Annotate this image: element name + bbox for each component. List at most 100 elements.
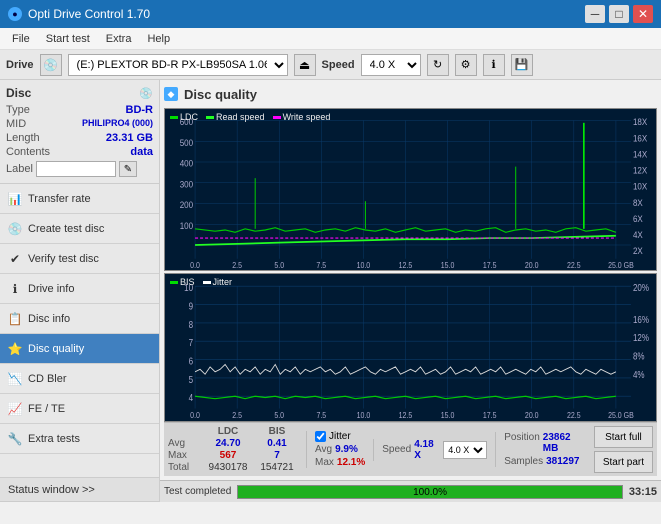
nav-label-cd-bler: CD Bler [28, 373, 67, 385]
speed-label: Speed [322, 59, 355, 71]
speed-stat-select[interactable]: 4.0 X [443, 441, 487, 459]
status-window-button[interactable]: Status window >> [0, 478, 159, 502]
close-button[interactable]: ✕ [633, 5, 653, 23]
svg-text:4%: 4% [633, 369, 645, 380]
disc-contents-key: Contents [6, 146, 50, 158]
start-full-button[interactable]: Start full [594, 426, 653, 448]
stats-max-bis: 7 [256, 450, 298, 461]
jitter-label: Jitter [329, 431, 351, 442]
write-speed-color-dot [273, 116, 281, 119]
stats-total-ldc: 9430178 [204, 462, 252, 473]
menu-extra[interactable]: Extra [98, 31, 140, 47]
stats-avg-bis: 0.41 [256, 438, 298, 449]
jitter-checkbox[interactable] [315, 431, 326, 442]
stats-header-bis: BIS [256, 426, 298, 437]
menu-bar: File Start test Extra Help [0, 28, 661, 50]
svg-text:20.0: 20.0 [525, 411, 539, 421]
jitter-max-val: 12.1% [337, 457, 365, 468]
disc-length-value: 23.31 GB [106, 132, 153, 144]
disc-info-icon: 📋 [8, 312, 22, 326]
disc-type-row: Type BD-R [6, 104, 153, 116]
legend-read-speed-label: Read speed [216, 112, 265, 122]
app-icon: ● [8, 7, 22, 21]
disc-label-key: Label [6, 163, 33, 175]
nav-items: 📊 Transfer rate 💿 Create test disc ✔ Ver… [0, 184, 159, 454]
verify-test-disc-icon: ✔ [8, 252, 22, 266]
sidebar-item-extra-tests[interactable]: 🔧 Extra tests [0, 424, 159, 454]
svg-text:2X: 2X [633, 246, 643, 257]
jitter-max-label: Max [315, 457, 334, 468]
svg-text:6: 6 [189, 356, 193, 367]
chart-ldc-legend: LDC Read speed Write speed [170, 112, 330, 122]
menu-file[interactable]: File [4, 31, 38, 47]
menu-help[interactable]: Help [139, 31, 178, 47]
status-window-label: Status window >> [8, 484, 95, 496]
speed-stat-val: 4.18 X [414, 439, 440, 461]
sidebar-item-disc-quality[interactable]: ⭐ Disc quality [0, 334, 159, 364]
disc-section: Disc 💿 Type BD-R MID PHILIPRO4 (000) Len… [0, 80, 159, 184]
bottom-bar: Test completed 100.0% 33:15 [160, 480, 661, 502]
svg-text:300: 300 [180, 179, 194, 190]
disc-label-edit-button[interactable]: ✎ [119, 161, 137, 177]
ldc-bis-stats: LDC BIS Avg 24.70 0.41 Max 567 7 Total 9… [168, 426, 298, 473]
info-icon[interactable]: ℹ [483, 54, 505, 76]
drive-browse-icon[interactable]: 💿 [40, 54, 62, 76]
quality-header-icon: ◆ [164, 87, 178, 101]
samples-val: 381297 [546, 456, 579, 467]
legend-ldc-label: LDC [180, 112, 198, 122]
legend-write-speed-label: Write speed [283, 112, 331, 122]
speed-select[interactable]: 4.0 X [361, 54, 421, 76]
drive-select[interactable]: (E:) PLEXTOR BD-R PX-LB950SA 1.06 [68, 54, 288, 76]
position-label: Position [504, 432, 540, 454]
sidebar-item-cd-bler[interactable]: 📉 CD Bler [0, 364, 159, 394]
svg-text:22.5: 22.5 [567, 261, 581, 271]
maximize-button[interactable]: □ [609, 5, 629, 23]
sidebar-item-transfer-rate[interactable]: 📊 Transfer rate [0, 184, 159, 214]
svg-text:4: 4 [189, 393, 193, 404]
svg-text:12.5: 12.5 [399, 411, 413, 421]
sidebar: Disc 💿 Type BD-R MID PHILIPRO4 (000) Len… [0, 80, 160, 502]
progress-text: 100.0% [238, 486, 622, 500]
sidebar-item-drive-info[interactable]: ℹ Drive info [0, 274, 159, 304]
main-area: Disc 💿 Type BD-R MID PHILIPRO4 (000) Len… [0, 80, 661, 502]
refresh-icon[interactable]: ↻ [427, 54, 449, 76]
minimize-button[interactable]: ─ [585, 5, 605, 23]
chart-bis-svg: 10 9 8 7 6 5 4 20% 16% 12% 8% 4% [165, 274, 656, 421]
disc-type-value: BD-R [126, 104, 154, 116]
svg-text:20.0: 20.0 [525, 261, 539, 271]
svg-text:15.0: 15.0 [441, 411, 455, 421]
samples-label: Samples [504, 456, 543, 467]
start-part-button[interactable]: Start part [594, 451, 653, 473]
bis-color-dot [170, 281, 178, 284]
charts-area: LDC Read speed Write speed [164, 108, 657, 422]
sidebar-item-verify-test-disc[interactable]: ✔ Verify test disc [0, 244, 159, 274]
svg-text:4X: 4X [633, 230, 643, 241]
stats-total-label: Total [168, 462, 200, 473]
chart-bis: BIS Jitter [164, 273, 657, 422]
svg-text:16X: 16X [633, 133, 647, 144]
sidebar-item-create-test-disc[interactable]: 💿 Create test disc [0, 214, 159, 244]
cd-bler-icon: 📉 [8, 372, 22, 386]
content-area: ◆ Disc quality LDC Read speed [160, 80, 661, 502]
save-icon[interactable]: 💾 [511, 54, 533, 76]
stats-max-label: Max [168, 450, 200, 461]
fe-te-icon: 📈 [8, 402, 22, 416]
chart-ldc: LDC Read speed Write speed [164, 108, 657, 271]
svg-text:10.0: 10.0 [357, 261, 371, 271]
sidebar-item-fe-te[interactable]: 📈 FE / TE [0, 394, 159, 424]
settings-icon[interactable]: ⚙ [455, 54, 477, 76]
svg-text:500: 500 [180, 137, 194, 148]
position-val: 23862 MB [543, 432, 586, 454]
extra-tests-icon: 🔧 [8, 432, 22, 446]
menu-start-test[interactable]: Start test [38, 31, 98, 47]
disc-label-input[interactable] [36, 161, 116, 177]
svg-text:7.5: 7.5 [316, 411, 326, 421]
disc-type-key: Type [6, 104, 30, 116]
drive-bar: Drive 💿 (E:) PLEXTOR BD-R PX-LB950SA 1.0… [0, 50, 661, 80]
sidebar-item-disc-info[interactable]: 📋 Disc info [0, 304, 159, 334]
disc-section-icon: 💿 [139, 87, 153, 100]
status-text: Test completed [164, 486, 231, 497]
drive-eject-icon[interactable]: ⏏ [294, 54, 316, 76]
svg-text:8%: 8% [633, 351, 645, 362]
create-test-disc-icon: 💿 [8, 222, 22, 236]
